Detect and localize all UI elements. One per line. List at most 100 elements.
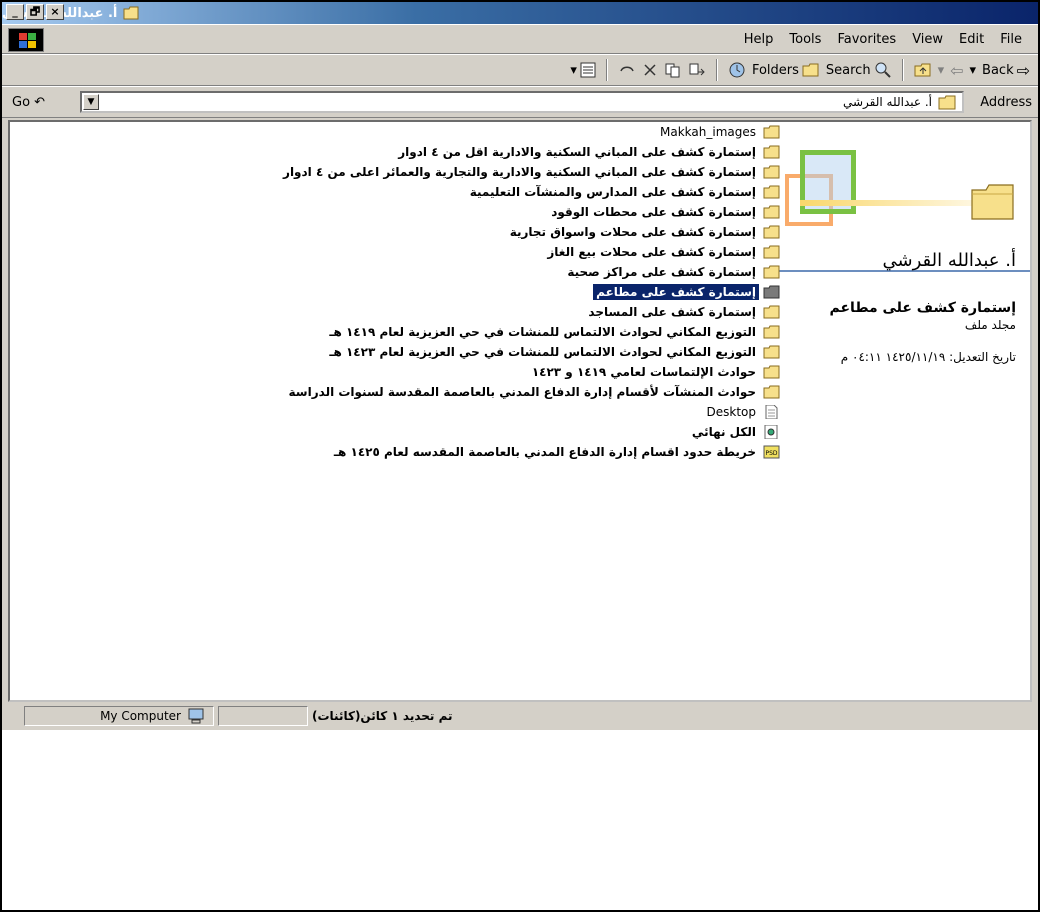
list-item[interactable]: إستمارة كشف على مراكز صحية [10, 262, 780, 282]
go-label: Go [12, 95, 31, 110]
menu-file[interactable]: File [1000, 32, 1022, 47]
list-item[interactable]: إستمارة كشف على المباني السكنية والاداري… [10, 162, 780, 182]
list-item[interactable]: Makkah_images [10, 122, 780, 142]
forward-dropdown-icon[interactable]: ▾ [938, 63, 945, 78]
list-item[interactable]: إستمارة كشف على المدارس والمنشآت التعليم… [10, 182, 780, 202]
list-item[interactable]: إستمارة كشف على المساجد [10, 302, 780, 322]
toolbar-separator [715, 59, 718, 81]
list-item-label: إستمارة كشف على مطاعم [592, 283, 760, 301]
list-item[interactable]: التوزيع المكاني لحوادث الالتماس للمنشات … [10, 322, 780, 342]
status-zone: My Computer [24, 706, 214, 726]
list-item[interactable]: إستمارة كشف على المباني السكنية والاداري… [10, 142, 780, 162]
folder-icon [763, 325, 780, 339]
back-label: Back [982, 62, 1014, 78]
windows-logo-icon [8, 28, 44, 52]
folders-button[interactable]: Folders [752, 62, 820, 78]
list-item[interactable]: خريطة حدود اقسام إدارة الدفاع المدني بال… [10, 442, 780, 462]
folder-icon [763, 145, 780, 159]
folder-icon [763, 265, 780, 279]
list-item-label: إستمارة كشف على محلات واسواق تجارية [509, 225, 756, 239]
toolbar-separator [901, 59, 904, 81]
list-item-label: Desktop [706, 405, 757, 419]
status-panel [218, 706, 308, 726]
list-item[interactable]: حوادث المنشآت لأقسام إدارة الدفاع المدني… [10, 382, 780, 402]
menu-view[interactable]: View [912, 32, 943, 47]
history-icon[interactable] [728, 61, 746, 79]
file-list: Makkah_images إستمارة كشف على المباني الس… [10, 122, 780, 462]
list-item-label: Makkah_images [660, 125, 756, 139]
folder-open-icon [763, 285, 780, 299]
list-item[interactable]: إستمارة كشف على محلات بيع الغاز [10, 242, 780, 262]
list-item-label: إستمارة كشف على محطات الوقود [551, 205, 756, 219]
copy-to-icon[interactable] [664, 62, 682, 78]
folder-icon [763, 385, 780, 399]
my-computer-icon [188, 708, 204, 724]
zone-label: My Computer [100, 709, 181, 723]
menu-bar: Help Tools Favorites View Edit File [2, 24, 1038, 54]
close-button[interactable]: × [46, 4, 64, 20]
menu-tools[interactable]: Tools [789, 32, 821, 47]
list-item-label: إستمارة كشف على مراكز صحية [567, 265, 756, 279]
menu-help[interactable]: Help [744, 32, 774, 47]
list-item[interactable]: إستمارة كشف على محلات واسواق تجارية [10, 222, 780, 242]
minimize-button[interactable]: _ [6, 4, 24, 20]
views-button[interactable]: ▾ [570, 62, 596, 78]
address-input[interactable]: ▼ أ. عبدالله القرشي [80, 91, 964, 113]
go-button[interactable]: Go ↶ [12, 95, 45, 110]
folder-icon [763, 305, 780, 319]
folder-icon [938, 95, 956, 109]
move-to-icon[interactable] [688, 62, 706, 78]
search-icon [875, 62, 891, 78]
folder-icon [763, 225, 780, 239]
folder-icon [123, 6, 139, 20]
up-folder-icon[interactable] [914, 62, 932, 78]
dropdown-arrow-icon: ▾ [570, 62, 577, 78]
folders-label: Folders [751, 62, 799, 78]
file-icon [765, 405, 778, 419]
list-item[interactable]: التوزيع المكاني لحوادث الالتماس للمنشات … [10, 342, 780, 362]
list-item[interactable]: Desktop [10, 402, 780, 422]
address-label: Address [980, 95, 1032, 110]
list-item[interactable]: إستمارة كشف على محطات الوقود [10, 202, 780, 222]
back-button[interactable]: Back ⇨ [982, 61, 1030, 80]
list-item-label: خريطة حدود اقسام إدارة الدفاع المدني بال… [333, 445, 756, 459]
list-item-label: إستمارة كشف على المباني السكنية والاداري… [283, 165, 756, 179]
svg-text:PSD: PSD [765, 450, 777, 457]
back-dropdown-icon[interactable]: ▾ [970, 63, 977, 78]
list-item-label: التوزيع المكاني لحوادث الالتماس للمنشات … [329, 325, 756, 339]
search-button[interactable]: Search [826, 61, 892, 79]
title-bar[interactable]: أ. عبدالله القرشي × 🗗 _ [2, 2, 1038, 24]
folder-icon [763, 185, 780, 199]
selected-item-modified: تاريخ التعديل: ١٤٢٥/١١/١٩ ٠٤:١١ م [840, 350, 1016, 364]
folders-icon [802, 63, 819, 77]
restore-button[interactable]: 🗗 [26, 4, 44, 20]
list-item-label: الكل نهائي [691, 425, 756, 439]
psd-file-icon: PSD [763, 445, 780, 459]
folder-icon [763, 365, 780, 379]
folder-icon [763, 345, 780, 359]
views-icon [580, 62, 596, 78]
status-bar: My Computer تم تحديد ١ كائن(كائنات) [2, 704, 1038, 910]
list-item[interactable]: الكل نهائي [10, 422, 780, 442]
address-value: أ. عبدالله القرشي [843, 95, 932, 109]
forward-arrow-icon[interactable]: ⇦ [950, 61, 963, 80]
selected-item-name: إستمارة كشف على مطاعم [829, 300, 1016, 316]
menu-edit[interactable]: Edit [959, 32, 984, 47]
standard-toolbar: ▾ Folders Search ▾ ⇦ ▾ Back ⇨ [2, 54, 1038, 86]
address-dropdown-icon[interactable]: ▼ [83, 94, 99, 110]
folder-icon [763, 245, 780, 259]
list-item[interactable]: إستمارة كشف على مطاعم [10, 282, 780, 302]
menu-favorites[interactable]: Favorites [837, 32, 896, 47]
list-item-label: التوزيع المكاني لحوادث الالتماس للمنشات … [329, 345, 756, 359]
folder-title: أ. عبدالله القرشي [882, 250, 1017, 271]
folder-view[interactable]: أ. عبدالله القرشي إستمارة كشف على مطاعم … [8, 120, 1032, 702]
delete-icon[interactable] [642, 62, 658, 78]
large-folder-icon [971, 184, 1014, 220]
undo-icon[interactable] [618, 62, 636, 78]
list-item[interactable]: حوادث الإلتماسات لعامي ١٤١٩ و ١٤٢٣ [10, 362, 780, 382]
list-item-label: إستمارة كشف على محلات بيع الغاز [547, 245, 756, 259]
back-arrow-icon: ⇨ [1016, 60, 1030, 80]
desktop-blank-area [2, 730, 1038, 910]
go-arrow-icon: ↶ [34, 95, 46, 110]
list-item-label: حوادث الإلتماسات لعامي ١٤١٩ و ١٤٢٣ [531, 365, 756, 379]
